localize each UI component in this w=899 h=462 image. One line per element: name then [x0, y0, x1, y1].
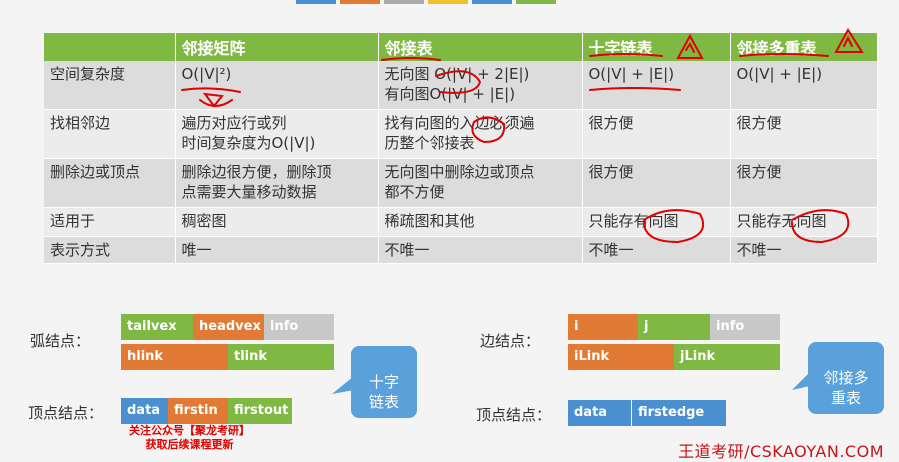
header-orthogonal-list: 十字链表: [582, 33, 731, 61]
table-cell: 很方便: [582, 109, 731, 159]
footer-brand: 王道考研/CSKAOYAN.COM: [678, 442, 884, 461]
header-adjacency-multilist: 邻接多重表: [730, 33, 878, 61]
field-data: data: [121, 398, 168, 424]
table-cell: 稠密图: [175, 207, 379, 237]
field-firstout: firstout: [228, 398, 292, 424]
table-cell: 不唯一: [378, 236, 583, 264]
row-label: 表示方式: [44, 236, 176, 264]
table-row: 找相邻边 遍历对应行或列 时间复杂度为O(|V|) 找有向图的入边必须遍 历整个…: [44, 109, 878, 159]
arc-node-label: 弧结点：: [30, 332, 91, 350]
table-header-row: 邻接矩阵 邻接表 十字链表 邻接多重表: [44, 33, 878, 61]
callout-tail: [332, 376, 354, 394]
header-cell-empty: [44, 33, 176, 61]
table-cell: 很方便: [582, 158, 731, 208]
vertex-node-label: 顶点结点：: [476, 406, 552, 424]
table-cell: 不唯一: [730, 236, 878, 264]
slide-color-bar: [296, 0, 556, 4]
field-tlink: tlink: [228, 344, 334, 370]
callout-multilist: 邻接多 重表: [808, 342, 884, 414]
table-cell: 唯一: [175, 236, 379, 264]
table-cell: O(|V| + |E|): [730, 61, 878, 110]
field-headvex: headvex: [193, 314, 264, 340]
table-cell: 很方便: [730, 158, 878, 208]
edge-node-label: 边结点：: [480, 332, 541, 350]
table-cell: 稀疏图和其他: [378, 207, 583, 237]
field-info: info: [264, 314, 334, 340]
table-cell: O(|V| + |E|): [582, 61, 731, 110]
table-cell: 只能存有向图: [582, 207, 731, 237]
comparison-table: 邻接矩阵 邻接表 十字链表 邻接多重表 空间复杂度 O(|V|²) 无向图 O(…: [44, 33, 878, 264]
field-firstin: firstin: [168, 398, 228, 424]
table-row: 删除边或顶点 删除边很方便，删除顶 点需要大量移动数据 无向图中删除边或顶点 都…: [44, 158, 878, 208]
table-row: 空间复杂度 O(|V|²) 无向图 O(|V| + 2|E|) 有向图O(|V|…: [44, 61, 878, 110]
table-row: 表示方式 唯一 不唯一 不唯一 不唯一: [44, 236, 878, 264]
row-label: 适用于: [44, 207, 176, 237]
callout-text: 十字 链表: [368, 373, 399, 411]
table-cell: 只能存无向图: [730, 207, 878, 237]
table-cell: 删除边很方便，删除顶 点需要大量移动数据: [175, 158, 379, 208]
header-adjacency-list: 邻接表: [378, 33, 583, 61]
row-label: 找相邻边: [44, 109, 176, 159]
field-ilink: iLink: [568, 344, 674, 370]
field-firstedge: firstedge: [631, 400, 726, 426]
callout-cross-list: 十字 链表: [351, 346, 417, 418]
field-j: j: [638, 314, 710, 340]
promo-text: 关注公众号【聚龙考研】 获取后续课程更新: [129, 424, 250, 451]
table-cell: 无向图 O(|V| + 2|E|) 有向图O(|V| + |E|): [378, 61, 583, 110]
field-info: info: [710, 314, 780, 340]
row-label: 空间复杂度: [44, 61, 176, 110]
callout-text: 邻接多 重表: [823, 369, 869, 407]
header-adjacency-matrix: 邻接矩阵: [175, 33, 379, 61]
table-cell: 找有向图的入边必须遍 历整个邻接表: [378, 109, 583, 159]
table-cell: 很方便: [730, 109, 878, 159]
field-hlink: hlink: [121, 344, 228, 370]
callout-tail: [792, 372, 810, 390]
table-cell: O(|V|²): [175, 61, 379, 110]
table-cell: 无向图中删除边或顶点 都不方便: [378, 158, 583, 208]
table-cell: 不唯一: [582, 236, 731, 264]
table-cell: 遍历对应行或列 时间复杂度为O(|V|): [175, 109, 379, 159]
field-tailvex: tailvex: [121, 314, 193, 340]
field-data: data: [568, 400, 631, 426]
field-jlink: jLink: [674, 344, 780, 370]
row-label: 删除边或顶点: [44, 158, 176, 208]
vertex-node-label: 顶点结点：: [28, 404, 104, 422]
field-i: i: [568, 314, 638, 340]
table-row: 适用于 稠密图 稀疏图和其他 只能存有向图 只能存无向图: [44, 207, 878, 237]
